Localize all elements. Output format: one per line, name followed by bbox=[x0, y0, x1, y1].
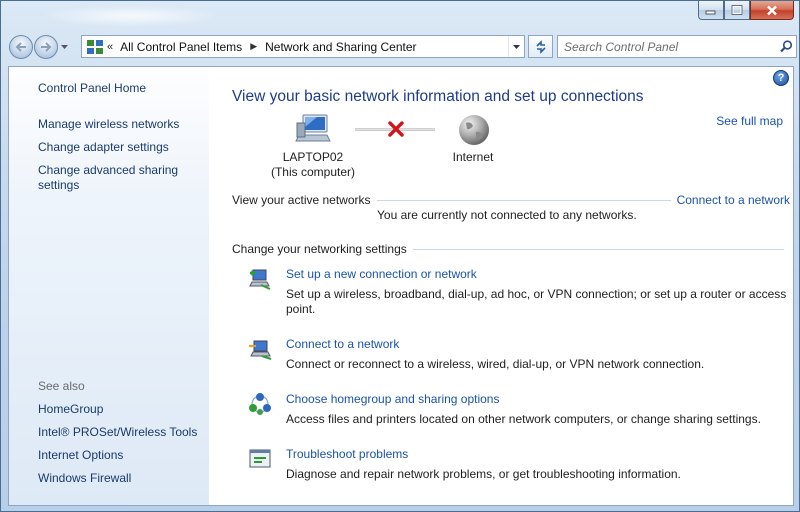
troubleshoot-problems-link[interactable]: Troubleshoot problems bbox=[286, 447, 408, 461]
maximize-icon bbox=[731, 5, 743, 15]
sidebar-item-control-panel-home[interactable]: Control Panel Home bbox=[38, 81, 146, 96]
search-icon[interactable] bbox=[776, 40, 796, 53]
close-button[interactable] bbox=[750, 1, 794, 20]
see-also-internet-options[interactable]: Internet Options bbox=[38, 448, 123, 463]
recent-pages-dropdown[interactable] bbox=[58, 35, 70, 59]
connect-to-network-link[interactable]: Connect to a network bbox=[677, 193, 790, 207]
sidebar-item-change-adapter-settings[interactable]: Change adapter settings bbox=[38, 140, 169, 155]
main-content: ? View your basic network information an… bbox=[209, 67, 793, 505]
computer-name: LAPTOP02 bbox=[282, 150, 344, 164]
sidebar-item-change-advanced-sharing-settings[interactable]: Change advanced sharing settings bbox=[38, 163, 188, 193]
breadcrumb-item-all-control-panel-items[interactable]: All Control Panel Items bbox=[120, 40, 242, 54]
task-sidebar: Control Panel Home Manage wireless netwo… bbox=[9, 67, 209, 505]
new-connection-icon bbox=[249, 269, 271, 290]
computer-icon[interactable] bbox=[295, 113, 331, 143]
homegroup-sharing-link[interactable]: Choose homegroup and sharing options bbox=[286, 392, 499, 406]
window-controls bbox=[698, 1, 794, 20]
internet-label: Internet bbox=[452, 150, 494, 164]
address-bar[interactable]: « All Control Panel Items ▶ Network and … bbox=[81, 35, 525, 58]
homegroup-icon bbox=[249, 393, 271, 415]
breadcrumb-separator-icon[interactable]: ▶ bbox=[250, 41, 257, 52]
forward-button[interactable] bbox=[34, 35, 58, 59]
overflow-chevron-icon[interactable]: « bbox=[107, 41, 113, 53]
help-icon[interactable]: ? bbox=[773, 70, 789, 86]
minimize-button[interactable] bbox=[698, 1, 724, 20]
maximize-button[interactable] bbox=[724, 1, 750, 20]
see-also-heading: See also bbox=[38, 379, 85, 393]
see-full-map-link[interactable]: See full map bbox=[716, 114, 783, 128]
connect-network-task-link[interactable]: Connect to a network bbox=[286, 337, 399, 351]
navigation-bar: « All Control Panel Items ▶ Network and … bbox=[9, 34, 797, 60]
back-arrow-icon bbox=[15, 42, 26, 52]
see-also-intel-proset-wireless-tools[interactable]: Intel® PROSet/Wireless Tools bbox=[38, 425, 197, 440]
chevron-down-icon bbox=[513, 44, 520, 49]
setup-new-connection-link[interactable]: Set up a new connection or network bbox=[286, 267, 477, 281]
control-panel-icon bbox=[87, 39, 103, 54]
homegroup-sharing-description: Access files and printers located on oth… bbox=[286, 412, 761, 426]
active-networks-row: View your active networks Connect to a n… bbox=[232, 193, 790, 207]
title-glow bbox=[41, 5, 221, 27]
active-networks-label: View your active networks bbox=[232, 193, 371, 207]
chevron-down-icon bbox=[60, 45, 68, 49]
connect-network-task-description: Connect or reconnect to a wireless, wire… bbox=[286, 357, 705, 371]
client-area: Control Panel Home Manage wireless netwo… bbox=[8, 66, 794, 506]
troubleshoot-icon bbox=[249, 449, 271, 468]
connect-network-icon bbox=[249, 340, 272, 360]
window-frame: « All Control Panel Items ▶ Network and … bbox=[0, 0, 800, 512]
setup-new-connection-description: Set up a wireless, broadband, dial-up, a… bbox=[286, 287, 787, 316]
not-connected-message: You are currently not connected to any n… bbox=[377, 208, 637, 222]
search-input[interactable] bbox=[558, 39, 776, 54]
see-also-homegroup[interactable]: HomeGroup bbox=[38, 402, 103, 417]
minimize-icon bbox=[705, 10, 716, 15]
networking-settings-row: Change your networking settings bbox=[232, 242, 790, 256]
refresh-button[interactable] bbox=[528, 35, 553, 58]
sidebar-item-manage-wireless-networks[interactable]: Manage wireless networks bbox=[38, 117, 179, 132]
address-dropdown-button[interactable] bbox=[508, 36, 524, 57]
search-box bbox=[557, 35, 797, 58]
divider bbox=[412, 248, 784, 250]
disconnected-x-icon[interactable] bbox=[387, 120, 405, 138]
networking-settings-label: Change your networking settings bbox=[232, 242, 407, 256]
see-also-windows-firewall[interactable]: Windows Firewall bbox=[38, 471, 131, 486]
breadcrumb: All Control Panel Items ▶ Network and Sh… bbox=[120, 40, 416, 54]
divider bbox=[376, 199, 671, 201]
back-button[interactable] bbox=[9, 35, 33, 59]
page-title: View your basic network information and … bbox=[232, 88, 644, 105]
computer-subtitle: (This computer) bbox=[270, 165, 356, 179]
close-icon bbox=[767, 5, 777, 15]
internet-globe-icon[interactable] bbox=[457, 113, 491, 147]
forward-arrow-icon bbox=[41, 42, 52, 52]
refresh-icon bbox=[535, 39, 546, 54]
computer-label: LAPTOP02 (This computer) bbox=[253, 150, 373, 180]
troubleshoot-problems-description: Diagnose and repair network problems, or… bbox=[286, 467, 681, 481]
breadcrumb-item-network-and-sharing-center[interactable]: Network and Sharing Center bbox=[265, 40, 416, 54]
